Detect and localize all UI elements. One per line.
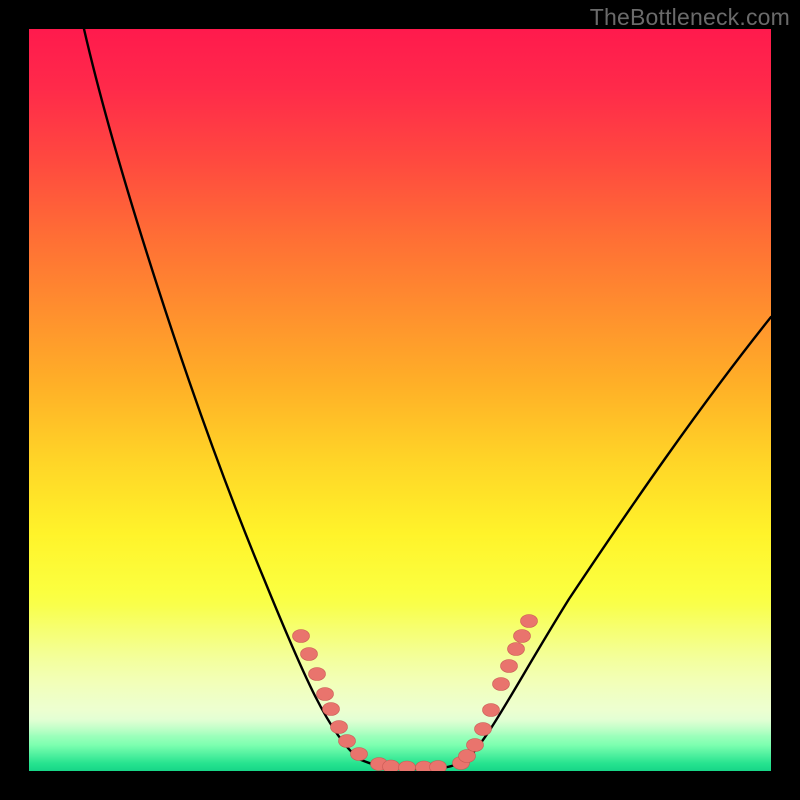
curve-marker [317,688,334,701]
curve-marker [301,648,318,661]
curve-marker [514,630,531,643]
curve-marker [521,615,538,628]
curve-marker [309,668,326,681]
chart-frame [29,29,771,771]
curve-marker [508,643,525,656]
curve-marker [399,761,416,771]
curve-marker [493,678,510,691]
curve-marker [351,748,368,761]
chart-svg [29,29,771,771]
bottleneck-curve [84,29,771,769]
curve-marker [501,660,518,673]
curve-marker [331,721,348,734]
curve-marker [430,761,447,772]
curve-marker [475,723,492,736]
curve-marker [293,630,310,643]
curve-marker [339,735,356,748]
curve-marker [483,704,500,717]
curve-marker [467,739,484,752]
marker-layer [293,615,538,772]
watermark-text: TheBottleneck.com [590,4,790,31]
curve-marker [323,703,340,716]
curve-marker [383,760,400,771]
